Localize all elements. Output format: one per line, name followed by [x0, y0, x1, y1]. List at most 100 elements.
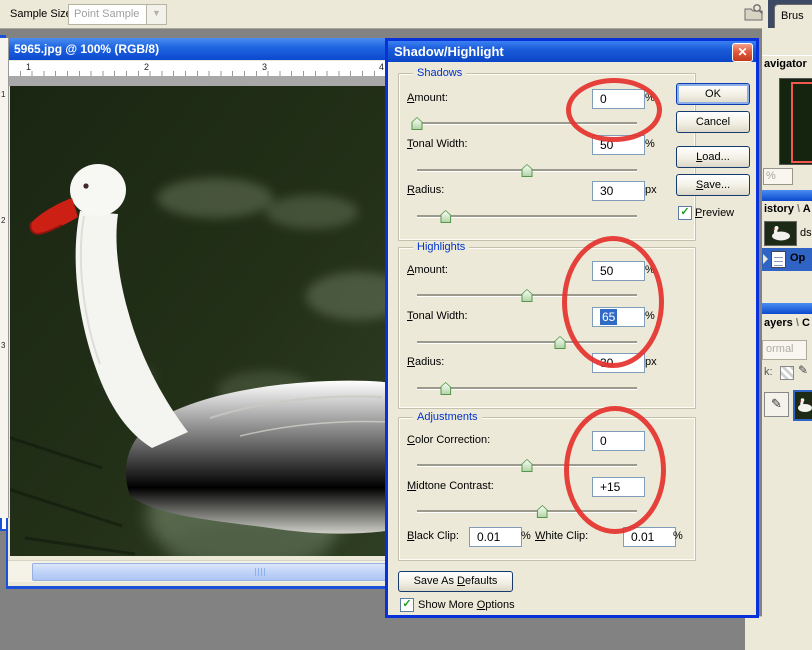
label-part: ptions — [485, 599, 514, 611]
label-part: Save As — [414, 575, 457, 587]
scrollbar-grip — [255, 568, 267, 576]
tab-layers[interactable]: ayers \ C — [764, 317, 810, 329]
document-window: 5965.jpg @ 100% (RGB/8) 1 2 3 4 — [6, 38, 394, 589]
slider-thumb[interactable] — [522, 289, 533, 302]
highlights-legend: Highlights — [413, 241, 469, 253]
adjustments-legend: Adjustments — [413, 411, 482, 423]
options-bar: Sample Size: Point Sample ▼ — [0, 0, 812, 29]
blend-mode-dropdown[interactable]: ormal — [762, 340, 807, 360]
save-button[interactable]: Save... — [676, 174, 750, 196]
color-correction-label: Color Correction: — [407, 434, 490, 446]
file-browser-icon[interactable] — [743, 3, 765, 25]
load-label: Load... — [696, 147, 730, 167]
canvas-margin — [8, 76, 394, 86]
ruler-number: 2 — [144, 62, 149, 72]
show-more-options-checkbox[interactable]: ✓ — [400, 598, 414, 612]
shadows-radius-field[interactable]: 30 — [592, 181, 645, 201]
label-part: Show More — [418, 599, 477, 611]
annotation-circle-highlights — [562, 236, 664, 368]
white-clip-label: White Clip: — [535, 530, 588, 542]
tab-history[interactable]: istory \ A — [764, 203, 811, 215]
slider-thumb[interactable] — [440, 210, 451, 223]
slider-thumb[interactable] — [440, 382, 451, 395]
load-button[interactable]: Load... — [676, 146, 750, 168]
layer-thumbnail-selected[interactable] — [793, 390, 812, 421]
history-state-label: Op — [790, 252, 805, 264]
ruler-number: 2 — [1, 216, 5, 225]
history-doc-name: ds — [800, 227, 812, 239]
shadows-radius-unit: px — [645, 184, 657, 196]
slider-thumb[interactable] — [522, 164, 533, 177]
tab-divider: \ — [796, 317, 799, 329]
slider-thumb[interactable] — [522, 459, 533, 472]
tab-divider: \ — [797, 203, 800, 215]
scrollbar-thumb[interactable] — [32, 563, 392, 581]
horizontal-scrollbar[interactable] — [8, 560, 394, 582]
highlights-amount-label: Amount: — [407, 264, 448, 276]
highlights-radius-label: Radius: — [407, 356, 444, 368]
preview-checkbox[interactable]: ✓ — [678, 206, 692, 220]
tab-brushes[interactable]: Brus — [774, 4, 812, 29]
white-clip-unit: % — [673, 530, 683, 542]
horizontal-ruler — [8, 61, 394, 77]
black-clip-field[interactable]: 0.01 — [469, 527, 522, 547]
tab-navigator[interactable]: avigator — [764, 58, 807, 70]
dialog-title: Shadow/Highlight — [394, 44, 504, 59]
canvas-image-swan[interactable] — [10, 86, 394, 556]
vertical-ruler: 1 2 3 — [0, 38, 9, 518]
shadows-tonal-unit: % — [645, 138, 655, 150]
shadows-tonal-slider[interactable] — [417, 163, 637, 177]
highlights-tonal-label: Tonal Width: — [407, 310, 468, 322]
lock-label: k: — [764, 366, 773, 378]
cancel-button[interactable]: Cancel — [676, 111, 750, 133]
history-snapshot-thumbnail[interactable] — [764, 221, 797, 246]
document-title-bar[interactable]: 5965.jpg @ 100% (RGB/8) — [8, 38, 394, 60]
lock-paint-icon[interactable]: ✎ — [798, 363, 808, 377]
close-icon[interactable]: ✕ — [732, 43, 753, 62]
highlights-radius-unit: px — [645, 356, 657, 368]
label-key: D — [457, 575, 465, 587]
shadows-radius-label: Radius: — [407, 184, 444, 196]
slider-thumb[interactable] — [537, 505, 548, 518]
actions-tab-label[interactable]: A — [803, 203, 811, 215]
slider-thumb[interactable] — [555, 336, 566, 349]
shadows-amount-label: Amount: — [407, 92, 448, 104]
midtone-contrast-label: Midtone Contrast: — [407, 480, 494, 492]
history-pointer-icon — [763, 254, 768, 264]
dialog-title-bar[interactable]: Shadow/Highlight — [388, 41, 756, 62]
ruler-number: 4 — [379, 62, 384, 72]
shadows-radius-slider[interactable] — [417, 209, 637, 223]
lock-transparency-icon[interactable] — [780, 366, 794, 380]
label-part: efaults — [465, 575, 497, 587]
dropdown-arrow-icon[interactable]: ▼ — [146, 4, 167, 25]
black-clip-label: Black Clip: — [407, 530, 459, 542]
history-palette-titlebar[interactable] — [762, 190, 812, 201]
annotation-circle-shadows-amount — [566, 78, 662, 142]
layers-palette-titlebar[interactable] — [762, 303, 812, 314]
history-tab-label: istory — [764, 203, 794, 215]
channels-tab-label[interactable]: C — [802, 317, 810, 329]
shadows-tonal-label: Tonal Width: — [407, 138, 468, 150]
ruler-number: 1 — [26, 62, 31, 72]
preview-label: Preview — [695, 207, 734, 219]
navigator-zoom-field[interactable]: % — [763, 168, 793, 185]
shadows-legend: Shadows — [413, 67, 466, 79]
layers-tab-label: ayers — [764, 317, 793, 329]
ruler-number: 3 — [1, 341, 5, 350]
sample-size-label: Sample Size: — [10, 8, 75, 20]
ruler-number: 3 — [262, 62, 267, 72]
layer-paint-indicator-icon: ✎ — [764, 392, 789, 417]
slider-thumb[interactable] — [412, 117, 423, 130]
save-label: Save... — [696, 175, 730, 195]
ok-button[interactable]: OK — [676, 83, 750, 105]
history-state-icon — [771, 251, 786, 268]
highlights-radius-slider[interactable] — [417, 381, 637, 395]
navigator-view-box[interactable] — [791, 82, 812, 163]
navigator-tab-label: avigator — [764, 58, 807, 70]
save-as-defaults-button[interactable]: Save As Defaults — [398, 571, 513, 592]
ruler-number: 1 — [1, 90, 5, 99]
black-clip-unit: % — [521, 530, 531, 542]
sample-size-dropdown[interactable]: Point Sample — [68, 4, 153, 25]
annotation-circle-adjustments — [564, 406, 666, 534]
photoshop-screen: Sample Size: Point Sample ▼ Brus 5965.jp… — [0, 0, 812, 650]
